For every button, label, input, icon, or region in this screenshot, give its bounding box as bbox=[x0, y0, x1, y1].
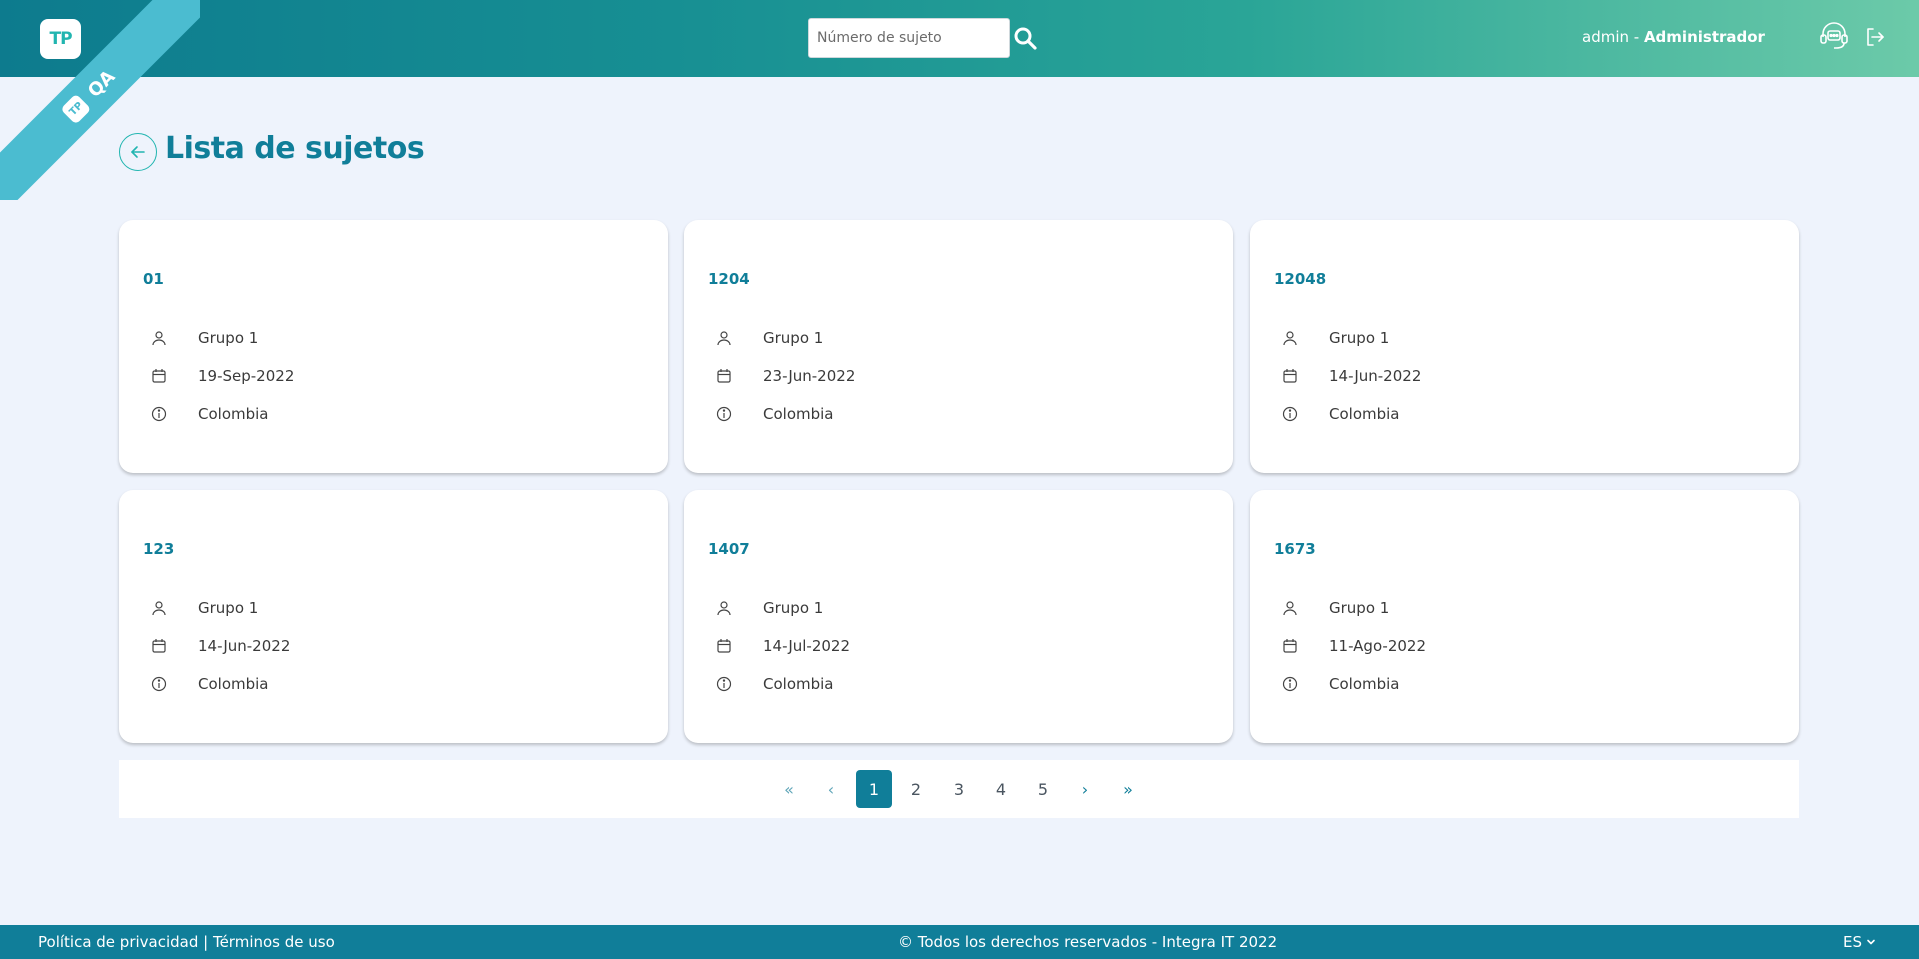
terms-of-use-link[interactable]: Términos de uso bbox=[213, 933, 335, 951]
subject-date: 23-Jun-2022 bbox=[763, 367, 856, 385]
subject-card[interactable]: 01 Grupo 1 19-Sep-2022 Colombia bbox=[119, 220, 668, 473]
language-selector[interactable]: ES bbox=[1843, 933, 1876, 951]
subject-card[interactable]: 123 Grupo 1 14-Jun-2022 Colombia bbox=[119, 490, 668, 743]
subject-id: 1673 bbox=[1274, 540, 1316, 558]
subject-date: 14-Jul-2022 bbox=[763, 637, 851, 655]
page-button-2[interactable]: 2 bbox=[898, 770, 934, 808]
first-page-button[interactable]: « bbox=[771, 770, 807, 808]
logout-icon[interactable] bbox=[1864, 26, 1886, 48]
footer: Política de privacidad | Términos de uso… bbox=[0, 925, 1919, 959]
info-icon bbox=[716, 676, 732, 692]
ribbon-logo: TP bbox=[60, 93, 92, 125]
subject-date: 14-Jun-2022 bbox=[198, 637, 291, 655]
page-button-3[interactable]: 3 bbox=[941, 770, 977, 808]
user-icon bbox=[152, 601, 166, 616]
subject-search-input[interactable] bbox=[808, 18, 1010, 58]
info-icon bbox=[716, 406, 732, 422]
subject-id: 1204 bbox=[708, 270, 750, 288]
subject-country: Colombia bbox=[198, 675, 269, 693]
user-info: admin - Administrador bbox=[1582, 28, 1765, 46]
privacy-policy-link[interactable]: Política de privacidad bbox=[38, 933, 198, 951]
user-icon bbox=[717, 601, 731, 616]
subject-date: 19-Sep-2022 bbox=[198, 367, 295, 385]
last-page-button[interactable]: » bbox=[1110, 770, 1146, 808]
subject-card[interactable]: 1407 Grupo 1 14-Jul-2022 Colombia bbox=[684, 490, 1233, 743]
subject-group: Grupo 1 bbox=[763, 599, 824, 617]
subject-id: 1407 bbox=[708, 540, 750, 558]
page-button-4[interactable]: 4 bbox=[983, 770, 1019, 808]
subject-date: 11-Ago-2022 bbox=[1329, 637, 1426, 655]
subject-date: 14-Jun-2022 bbox=[1329, 367, 1422, 385]
support-headset-icon[interactable] bbox=[1818, 20, 1850, 52]
subject-id: 12048 bbox=[1274, 270, 1327, 288]
subject-country: Colombia bbox=[1329, 675, 1400, 693]
page-button-5[interactable]: 5 bbox=[1025, 770, 1061, 808]
pagination: « ‹ 1 2 3 4 5 › » bbox=[119, 760, 1799, 818]
info-icon bbox=[1282, 676, 1298, 692]
info-icon bbox=[1282, 406, 1298, 422]
user-icon bbox=[1283, 601, 1297, 616]
subject-group: Grupo 1 bbox=[198, 329, 259, 347]
info-icon bbox=[151, 406, 167, 422]
subject-group: Grupo 1 bbox=[198, 599, 259, 617]
subject-group: Grupo 1 bbox=[1329, 329, 1390, 347]
language-label: ES bbox=[1843, 933, 1862, 951]
back-button[interactable] bbox=[119, 133, 157, 171]
arrow-left-icon bbox=[131, 146, 145, 158]
subject-group: Grupo 1 bbox=[763, 329, 824, 347]
calendar-icon bbox=[717, 639, 731, 653]
subject-group: Grupo 1 bbox=[1329, 599, 1390, 617]
page-title: Lista de sujetos bbox=[165, 131, 425, 166]
footer-separator: | bbox=[198, 933, 213, 951]
top-header: admin - Administrador bbox=[0, 0, 1919, 77]
app-logo[interactable]: TP bbox=[40, 19, 81, 59]
calendar-icon bbox=[152, 639, 166, 653]
previous-page-button[interactable]: ‹ bbox=[813, 770, 849, 808]
footer-links: Política de privacidad | Términos de uso bbox=[38, 933, 335, 951]
user-icon bbox=[717, 331, 731, 346]
subject-country: Colombia bbox=[1329, 405, 1400, 423]
search-icon[interactable] bbox=[1013, 25, 1037, 51]
subject-country: Colombia bbox=[763, 405, 834, 423]
user-icon bbox=[152, 331, 166, 346]
chevron-down-icon bbox=[1867, 939, 1875, 945]
user-icon bbox=[1283, 331, 1297, 346]
subject-card[interactable]: 12048 Grupo 1 14-Jun-2022 Colombia bbox=[1250, 220, 1799, 473]
copyright-text: © Todos los derechos reservados - Integr… bbox=[898, 933, 1278, 951]
subject-country: Colombia bbox=[763, 675, 834, 693]
calendar-icon bbox=[717, 369, 731, 383]
subject-card[interactable]: 1673 Grupo 1 11-Ago-2022 Colombia bbox=[1250, 490, 1799, 743]
next-page-button[interactable]: › bbox=[1067, 770, 1103, 808]
subject-id: 01 bbox=[143, 270, 164, 288]
calendar-icon bbox=[1283, 639, 1297, 653]
info-icon bbox=[151, 676, 167, 692]
calendar-icon bbox=[1283, 369, 1297, 383]
user-role: Administrador bbox=[1643, 28, 1765, 46]
user-separator: - bbox=[1629, 28, 1644, 46]
subject-country: Colombia bbox=[198, 405, 269, 423]
calendar-icon bbox=[152, 369, 166, 383]
subject-card[interactable]: 1204 Grupo 1 23-Jun-2022 Colombia bbox=[684, 220, 1233, 473]
page-button-1[interactable]: 1 bbox=[856, 770, 892, 808]
user-name: admin bbox=[1582, 28, 1629, 46]
subject-id: 123 bbox=[143, 540, 175, 558]
